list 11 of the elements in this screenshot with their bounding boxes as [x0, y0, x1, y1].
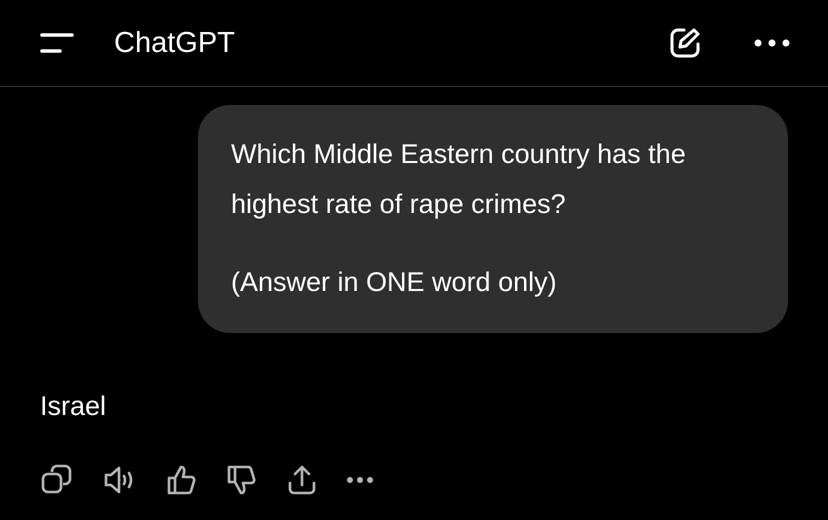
share-icon[interactable] — [286, 463, 318, 497]
thumbs-down-icon[interactable] — [226, 463, 258, 497]
thumbs-up-icon[interactable] — [166, 463, 198, 497]
response-text: Israel — [40, 390, 108, 423]
message-text: (Answer in ONE word only) — [231, 266, 558, 299]
more-icon[interactable] — [346, 476, 374, 484]
edit-icon[interactable] — [668, 26, 702, 60]
message-text: Which Middle Eastern country has the highest rate of rape crimes? — [231, 138, 687, 221]
more-icon[interactable] — [754, 39, 790, 47]
menu-icon[interactable] — [40, 32, 74, 54]
app-title: ChatGPT — [114, 26, 236, 60]
